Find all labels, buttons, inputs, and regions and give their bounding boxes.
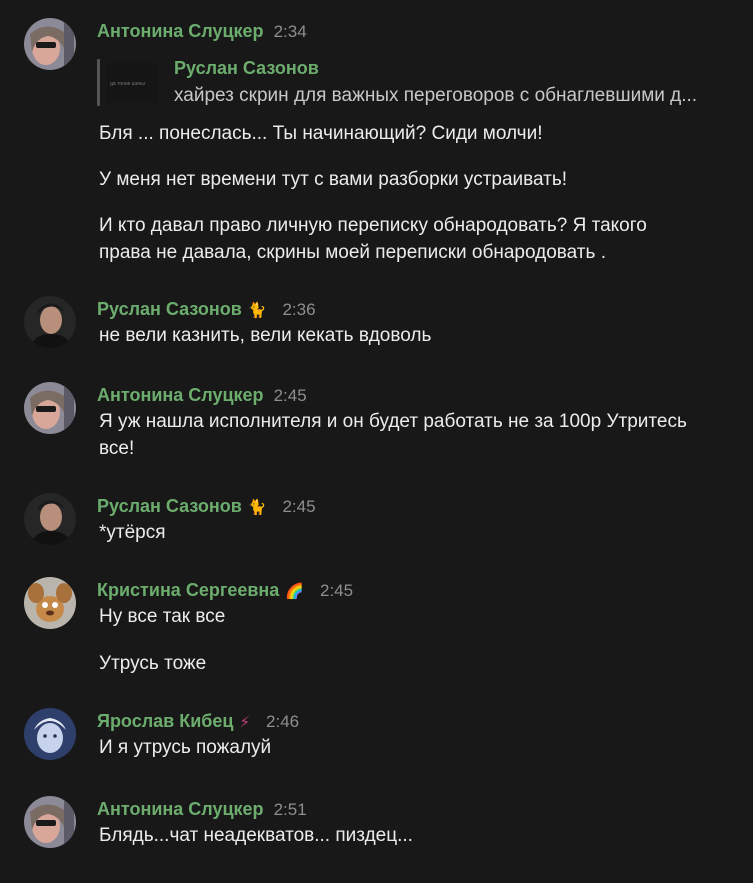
message-header: Ярослав Кибец ⚡ 2:46 <box>97 711 299 732</box>
message-header: Антонина Слуцкер 2:45 <box>97 385 307 406</box>
avatar[interactable] <box>24 296 76 348</box>
author-name[interactable]: Руслан Сазонов <box>97 299 242 320</box>
timestamp: 2:51 <box>273 799 307 819</box>
avatar[interactable] <box>24 577 76 629</box>
message-text: права не давала, скрины моей переписки о… <box>99 242 606 263</box>
cat-emoji-icon: 🐈 <box>247 498 267 516</box>
rainbow-emoji-icon: 🌈 <box>285 582 304 600</box>
cat-emoji-icon: 🐈 <box>247 301 267 319</box>
reply-author[interactable]: Руслан Сазонов <box>174 58 319 79</box>
reply-thumbnail-text: да тонне шины <box>110 81 145 87</box>
message-text: Ну все так все <box>99 606 226 627</box>
message-text: не вели казнить, вели кекать вдоволь <box>99 325 432 346</box>
message-text: Бля ... понеслась... Ты начинающий? Сиди… <box>99 123 543 144</box>
author-name[interactable]: Антонина Слуцкер <box>97 385 264 406</box>
timestamp: 2:46 <box>266 711 300 731</box>
timestamp: 2:34 <box>273 21 307 41</box>
message-header: Антонина Слуцкер 2:34 <box>97 21 307 42</box>
message-text: *утёрся <box>99 522 166 543</box>
message-header: Руслан Сазонов 🐈 2:36 <box>97 299 316 320</box>
avatar[interactable] <box>24 796 76 848</box>
author-name[interactable]: Антонина Слуцкер <box>97 799 264 820</box>
message-text: Я уж нашла исполнителя и он будет работа… <box>99 411 687 432</box>
lightning-emoji-icon: ⚡ <box>239 713 251 731</box>
author-name[interactable]: Кристина Сергеевна <box>97 580 279 601</box>
message-text: все! <box>99 438 135 459</box>
reply-text[interactable]: хайрез скрин для важных переговоров с об… <box>174 85 697 107</box>
reply-quote-bar <box>97 59 100 106</box>
chat-message-list: Антонина Слуцкер 2:34 да тонне шины Русл… <box>0 0 753 883</box>
avatar[interactable] <box>24 708 76 760</box>
message-text: Блядь...чат неадекватов... пиздец... <box>99 825 413 846</box>
message-text: Утрусь тоже <box>99 653 207 674</box>
message-header: Руслан Сазонов 🐈 2:45 <box>97 496 316 517</box>
timestamp: 2:45 <box>319 580 354 600</box>
message-text: И кто давал право личную переписку обнар… <box>99 215 647 236</box>
avatar[interactable] <box>24 493 76 545</box>
author-name[interactable]: Антонина Слуцкер <box>97 21 264 42</box>
message-text: У меня нет времени тут с вами разборки у… <box>99 169 568 190</box>
reply-thumbnail[interactable]: да тонне шины <box>107 63 159 103</box>
timestamp: 2:45 <box>282 496 316 516</box>
author-name[interactable]: Руслан Сазонов <box>97 496 242 517</box>
author-name[interactable]: Ярослав Кибец <box>97 711 233 732</box>
avatar[interactable] <box>24 382 76 434</box>
timestamp: 2:45 <box>273 385 307 405</box>
message-header: Кристина Сергеевна 🌈 2:45 <box>97 580 353 601</box>
message-header: Антонина Слуцкер 2:51 <box>97 799 307 820</box>
timestamp: 2:36 <box>282 299 316 319</box>
avatar[interactable] <box>24 18 76 70</box>
message-text: И я утрусь пожалуй <box>99 737 272 758</box>
